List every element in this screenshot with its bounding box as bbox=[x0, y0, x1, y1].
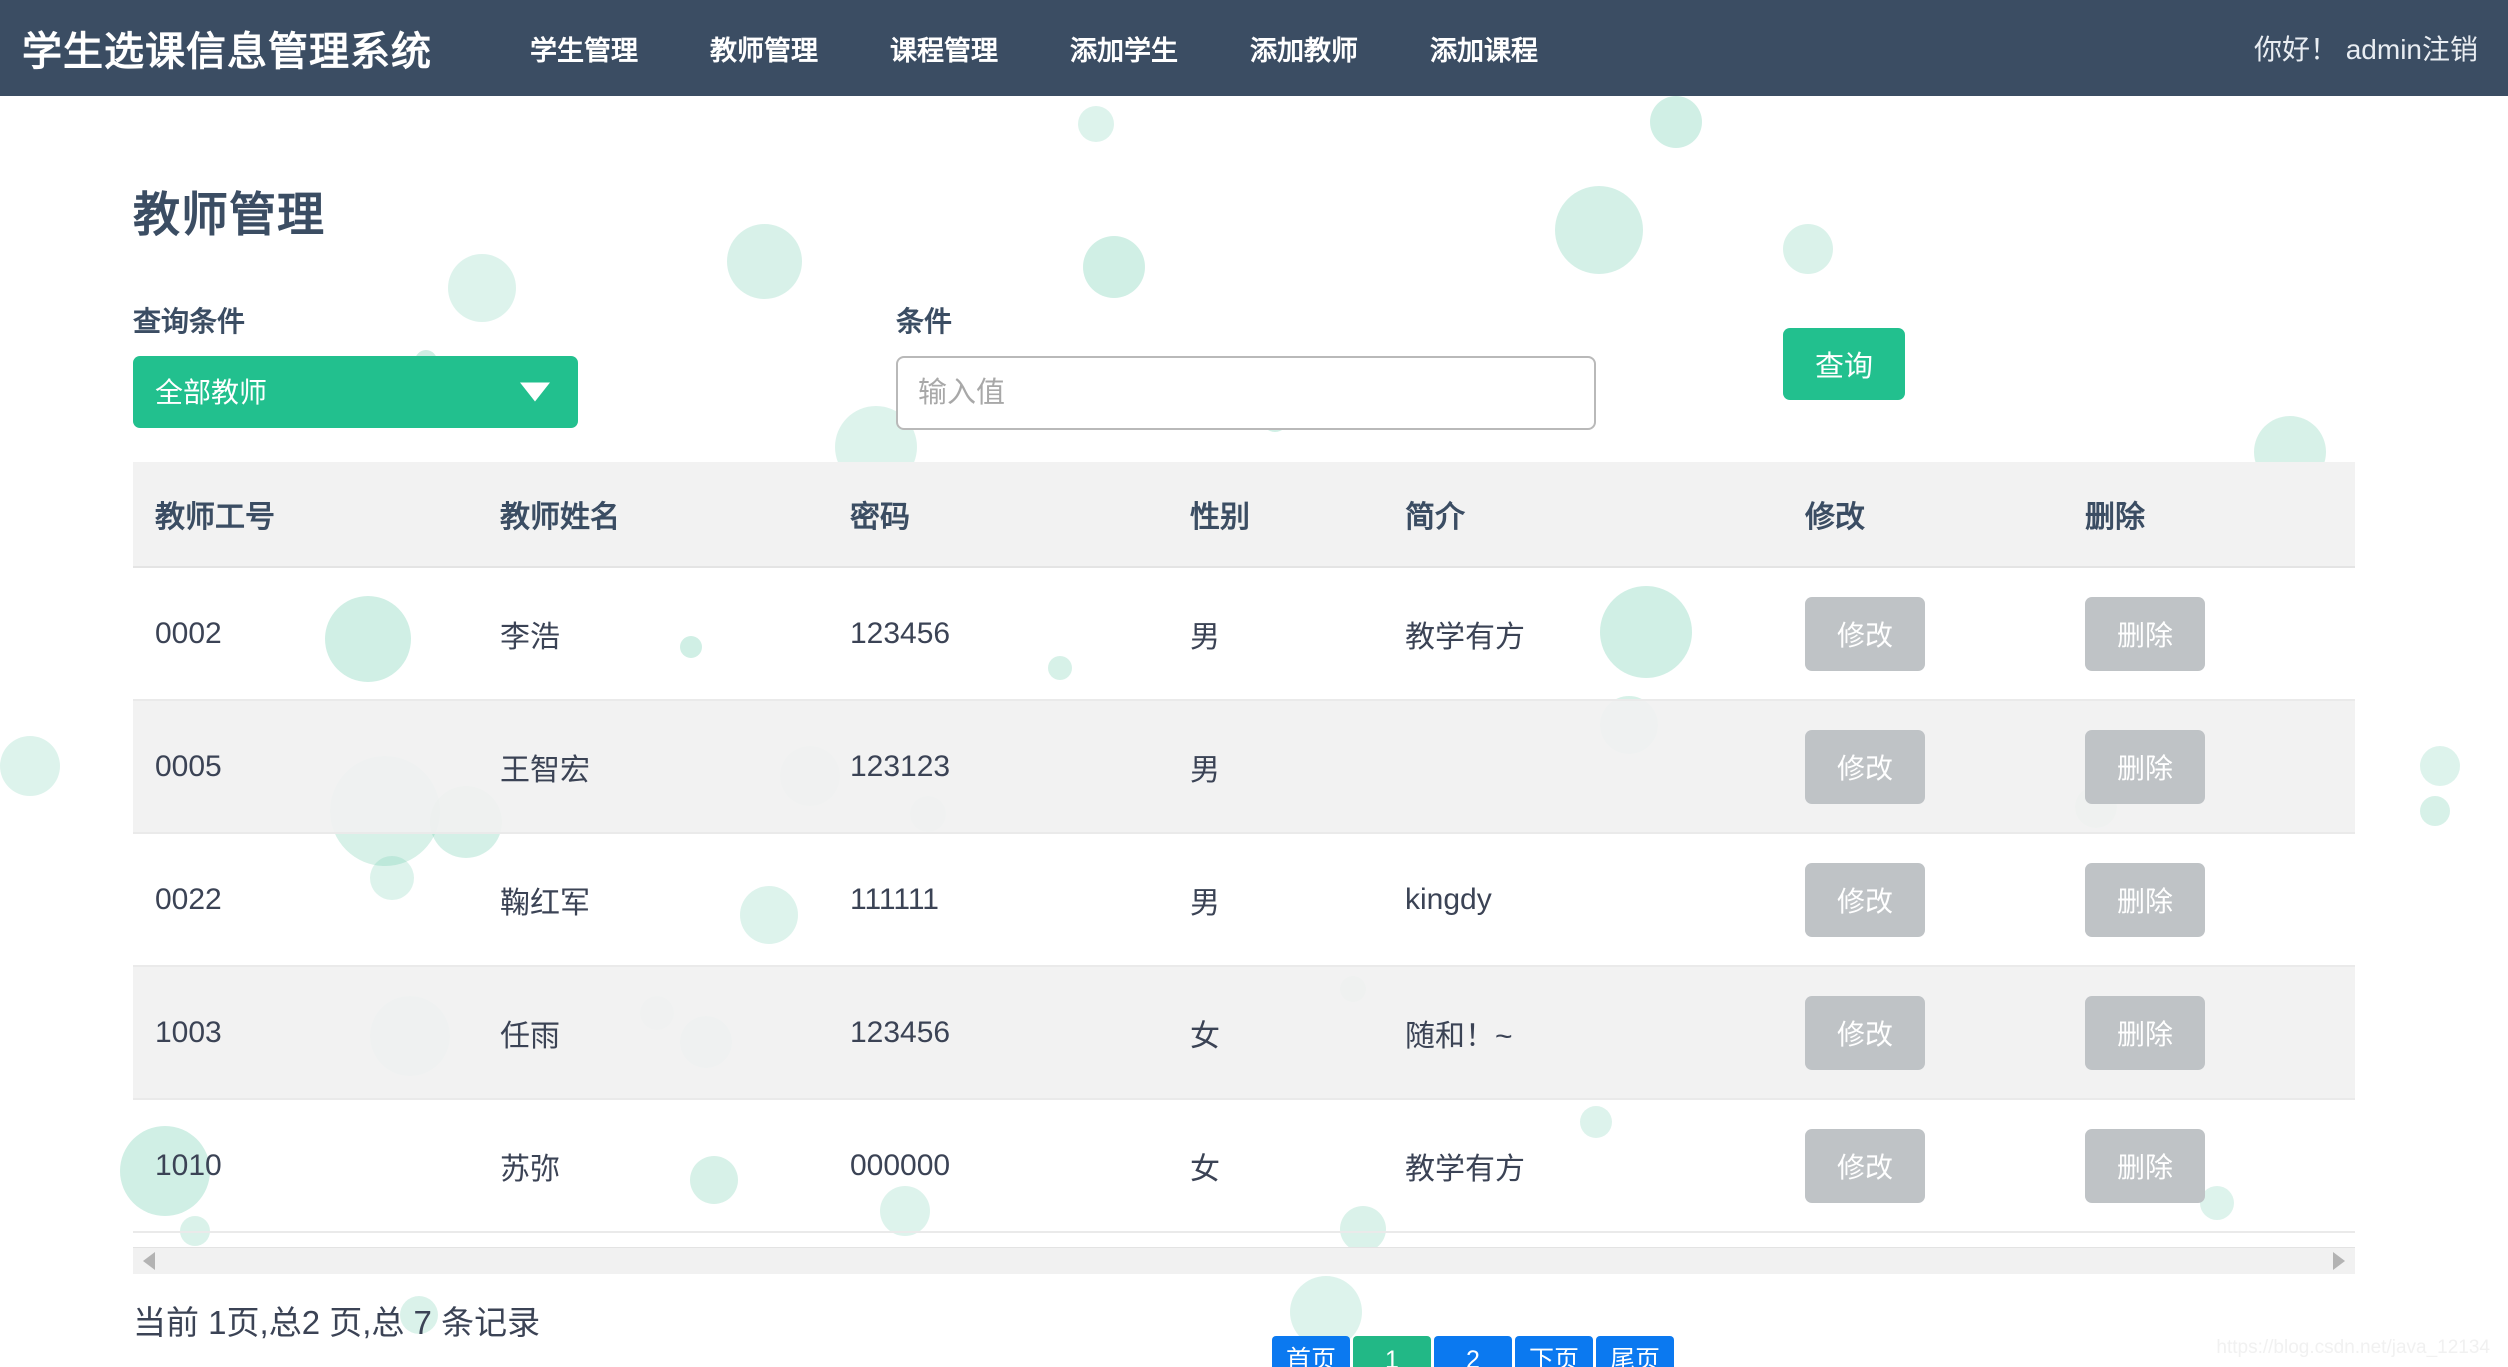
cell-password: 123123 bbox=[828, 700, 1168, 834]
page-button-3[interactable]: 下页 bbox=[1515, 1336, 1593, 1367]
page-button-2[interactable]: 2 bbox=[1434, 1336, 1512, 1367]
cell-teacher-no: 1010 bbox=[133, 1099, 478, 1233]
cell-intro bbox=[1383, 700, 1783, 834]
page-button-0[interactable]: 首页 bbox=[1272, 1336, 1350, 1367]
nav-link-add-course[interactable]: 添加课程 bbox=[1394, 29, 1574, 68]
cell-teacher-name: 王智宏 bbox=[478, 700, 828, 834]
cell-intro: 教学有方 bbox=[1383, 567, 1783, 701]
nav-link-courses[interactable]: 课程管理 bbox=[854, 29, 1034, 68]
user-greeting-logout[interactable]: 你好！ admin注销 bbox=[2254, 28, 2478, 68]
delete-button[interactable]: 删除 bbox=[2085, 729, 2205, 804]
column-header-teacher-name: 教师姓名 bbox=[478, 462, 828, 568]
pagination-controls: 首页 1 2 下页 尾页 bbox=[1272, 1336, 1674, 1367]
cell-teacher-no: 1003 bbox=[133, 966, 478, 1100]
cell-edit: 修改 bbox=[1783, 567, 2063, 701]
column-header-delete: 删除 bbox=[2063, 462, 2355, 568]
edit-button[interactable]: 修改 bbox=[1805, 1128, 1925, 1203]
column-header-teacher-no: 教师工号 bbox=[133, 462, 478, 568]
page-content: 教师管理 查询条件 全部教师 条件 查询 教师工号 教师姓名 密码 bbox=[0, 96, 2508, 1344]
table-header-row: 教师工号 教师姓名 密码 性别 简介 修改 删除 bbox=[133, 462, 2355, 568]
table-row: 0022 鞠红军 111111 男 kingdy 修改 删除 bbox=[133, 833, 2355, 967]
cell-teacher-name: 鞠红军 bbox=[478, 833, 828, 967]
edit-button[interactable]: 修改 bbox=[1805, 596, 1925, 671]
cell-intro: 随和！~ bbox=[1383, 966, 1783, 1100]
cell-teacher-name: 苏弥 bbox=[478, 1099, 828, 1233]
cell-gender: 男 bbox=[1168, 833, 1383, 967]
teacher-table-container: 教师工号 教师姓名 密码 性别 简介 修改 删除 0002 李浩 123456 男教学… bbox=[133, 462, 2355, 1233]
cell-edit: 修改 bbox=[1783, 966, 2063, 1100]
edit-button[interactable]: 修改 bbox=[1805, 729, 1925, 804]
cell-teacher-name: 任雨 bbox=[478, 966, 828, 1100]
table-row: 0002 李浩 123456 男教学有方 修改 删除 bbox=[133, 567, 2355, 701]
horizontal-scrollbar[interactable] bbox=[133, 1247, 2355, 1274]
query-button[interactable]: 查询 bbox=[1783, 328, 1905, 400]
cell-delete: 删除 bbox=[2063, 700, 2355, 834]
cell-intro: 教学有方 bbox=[1383, 1099, 1783, 1233]
main-nav: 学生管理 教师管理 课程管理 添加学生 添加教师 添加课程 bbox=[494, 29, 1574, 68]
cell-teacher-no: 0005 bbox=[133, 700, 478, 834]
cell-gender: 男 bbox=[1168, 700, 1383, 834]
delete-button[interactable]: 删除 bbox=[2085, 1128, 2205, 1203]
cell-delete: 删除 bbox=[2063, 833, 2355, 967]
cell-teacher-name: 李浩 bbox=[478, 567, 828, 701]
cell-edit: 修改 bbox=[1783, 700, 2063, 834]
table-row: 0005 王智宏 123123 男 修改 删除 bbox=[133, 700, 2355, 834]
app-brand-title[interactable]: 学生选课信息管理系统 bbox=[22, 19, 432, 77]
teacher-table-head: 教师工号 教师姓名 密码 性别 简介 修改 删除 bbox=[133, 462, 2355, 568]
delete-button[interactable]: 删除 bbox=[2085, 862, 2205, 937]
watermark-text: https://blog.csdn.net/java_12134 bbox=[2216, 1337, 2490, 1358]
cell-password: 000000 bbox=[828, 1099, 1168, 1233]
cell-delete: 删除 bbox=[2063, 567, 2355, 701]
column-header-intro: 简介 bbox=[1383, 462, 1783, 568]
column-header-edit: 修改 bbox=[1783, 462, 2063, 568]
delete-button[interactable]: 删除 bbox=[2085, 596, 2205, 671]
page-title: 教师管理 bbox=[133, 188, 325, 241]
filter-value-input[interactable] bbox=[896, 356, 1596, 430]
cell-teacher-no: 0002 bbox=[133, 567, 478, 701]
edit-button[interactable]: 修改 bbox=[1805, 862, 1925, 937]
triangle-left-icon[interactable] bbox=[143, 1252, 155, 1270]
cell-edit: 修改 bbox=[1783, 833, 2063, 967]
filter-select[interactable]: 全部教师 bbox=[133, 356, 578, 428]
filter-select-wrapper: 全部教师 bbox=[133, 356, 578, 428]
cell-teacher-no: 0022 bbox=[133, 833, 478, 967]
nav-link-add-teacher[interactable]: 添加教师 bbox=[1214, 29, 1394, 68]
teacher-table-body: 0002 李浩 123456 男教学有方 修改 删除 0005 王智宏 123123 男修改 删除 0… bbox=[133, 567, 2355, 1233]
filter-select-group: 查询条件 全部教师 bbox=[133, 300, 578, 428]
edit-button[interactable]: 修改 bbox=[1805, 995, 1925, 1070]
cell-password: 123456 bbox=[828, 567, 1168, 701]
filter-toolbar: 查询条件 全部教师 条件 查询 bbox=[133, 300, 2508, 430]
filter-input-label: 条件 bbox=[896, 306, 953, 337]
nav-link-students[interactable]: 学生管理 bbox=[494, 29, 674, 68]
column-header-gender: 性别 bbox=[1168, 462, 1383, 568]
cell-password: 111111 bbox=[828, 833, 1168, 967]
page-button-4[interactable]: 尾页 bbox=[1596, 1336, 1674, 1367]
cell-delete: 删除 bbox=[2063, 966, 2355, 1100]
table-row: 1010 苏弥 000000 女教学有方 修改 删除 bbox=[133, 1099, 2355, 1233]
cell-password: 123456 bbox=[828, 966, 1168, 1100]
nav-link-add-student[interactable]: 添加学生 bbox=[1034, 29, 1214, 68]
cell-delete: 删除 bbox=[2063, 1099, 2355, 1233]
cell-gender: 男 bbox=[1168, 567, 1383, 701]
delete-button[interactable]: 删除 bbox=[2085, 995, 2205, 1070]
cell-gender: 女 bbox=[1168, 1099, 1383, 1233]
filter-input-group: 条件 bbox=[896, 300, 1596, 430]
teacher-table: 教师工号 教师姓名 密码 性别 简介 修改 删除 0002 李浩 123456 男教学… bbox=[133, 462, 2355, 1233]
cell-edit: 修改 bbox=[1783, 1099, 2063, 1233]
table-row: 1003 任雨 123456 女随和！~ 修改 删除 bbox=[133, 966, 2355, 1100]
top-navbar: 学生选课信息管理系统 学生管理 教师管理 课程管理 添加学生 添加教师 添加课程… bbox=[0, 0, 2508, 96]
page-button-1[interactable]: 1 bbox=[1353, 1336, 1431, 1367]
column-header-password: 密码 bbox=[828, 462, 1168, 568]
filter-select-label: 查询条件 bbox=[133, 306, 246, 337]
cell-gender: 女 bbox=[1168, 966, 1383, 1100]
triangle-right-icon[interactable] bbox=[2333, 1252, 2345, 1270]
nav-link-teachers[interactable]: 教师管理 bbox=[674, 29, 854, 68]
cell-intro: kingdy bbox=[1383, 833, 1783, 967]
